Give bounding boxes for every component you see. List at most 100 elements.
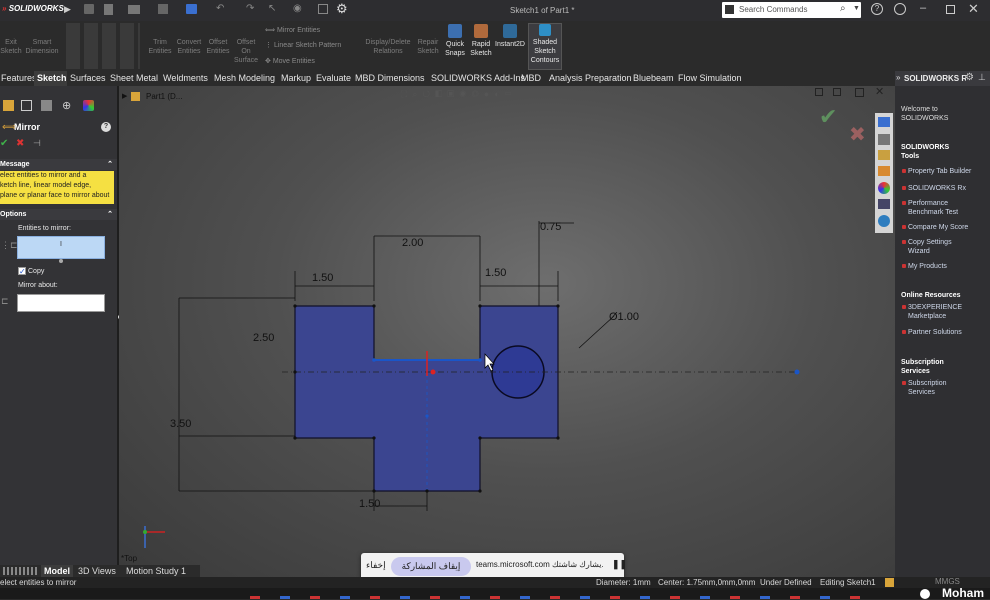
dimension-0-75[interactable]: 0.75 — [540, 221, 561, 233]
my-products-link[interactable]: My Products — [902, 262, 947, 271]
graphics-area[interactable]: ▶ Part1 (D... ⛶⌕↺◧▣◉◎●◐▭ ✕ ✔ ✖ 2.00 0.75… — [119, 86, 895, 580]
linear-pattern-button[interactable]: ⋮ Linear Sketch Pattern — [265, 41, 355, 50]
trim-entities-button[interactable]: Trim Entities — [146, 38, 174, 56]
open-icon[interactable] — [128, 5, 140, 14]
convert-entities-button[interactable]: Convert Entities — [175, 38, 203, 56]
units-label[interactable]: MMGS — [935, 577, 960, 586]
user-avatar[interactable] — [920, 589, 930, 599]
tab-bluebeam[interactable]: Bluebeam — [633, 71, 674, 86]
offset-on-surface-button[interactable]: Offset On Surface — [233, 38, 259, 65]
save-icon[interactable] — [158, 4, 168, 14]
quick-snaps-button[interactable]: Quick Snaps — [442, 24, 468, 58]
performance-benchmark-link[interactable]: Performance Benchmark Test — [901, 199, 958, 217]
copy-checkbox[interactable]: ✓ — [18, 267, 26, 276]
search-icon[interactable]: ⌕ — [840, 3, 846, 14]
file-explorer-tab-icon[interactable] — [878, 166, 890, 176]
dimension-diameter[interactable]: Ø1.00 — [609, 311, 639, 323]
entities-to-mirror-list[interactable]: I — [17, 236, 105, 259]
offset-entities-button[interactable]: Offset Entities — [204, 38, 232, 56]
featuremanager-tab-icon[interactable] — [3, 100, 14, 111]
restore-icon[interactable] — [946, 5, 955, 14]
tab-features[interactable]: Features — [0, 71, 37, 86]
subscription-services-link[interactable]: Subscription Services — [902, 379, 947, 397]
dimension-2-50[interactable]: 2.50 — [253, 332, 274, 344]
redo-icon[interactable]: ↷ — [246, 3, 254, 14]
home-tab-icon[interactable] — [878, 117, 890, 127]
tab-weldments[interactable]: Weldments — [163, 71, 209, 86]
pane-settings-icon[interactable]: ⚙ — [965, 72, 974, 83]
smart-dimension-button[interactable]: Smart Dimension — [23, 38, 61, 56]
dimension-1-50-right[interactable]: 1.50 — [485, 267, 506, 279]
collapse-arrow-icon[interactable]: » — [896, 73, 900, 82]
cancel-x-icon[interactable]: ✖ — [16, 138, 24, 149]
resources-tab-icon[interactable] — [878, 134, 890, 145]
options-header[interactable]: Options ⌃ — [0, 209, 117, 220]
partner-solutions-link[interactable]: Partner Solutions — [902, 328, 962, 337]
exit-sketch-button[interactable]: Exit Sketch — [0, 38, 22, 56]
tab-evaluate[interactable]: Evaluate — [316, 71, 351, 86]
rapid-sketch-button[interactable]: Rapid Sketch — [468, 24, 494, 58]
undo-icon[interactable]: ↶ — [216, 3, 224, 14]
instant2d-button[interactable]: Instant2D — [493, 24, 527, 49]
mirror-entities-button[interactable]: ⟺ Mirror Entities — [265, 26, 355, 35]
pane-pin-icon[interactable]: ⊥ — [978, 72, 986, 83]
display-manager-tab-icon[interactable] — [83, 100, 94, 111]
tab-sketch[interactable]: Sketch — [34, 71, 67, 86]
solidworks-rx-link[interactable]: SOLIDWORKS Rx — [902, 184, 966, 193]
solidworks-forum-tab-icon[interactable] — [878, 215, 890, 227]
tab-surfaces[interactable]: Surfaces — [70, 71, 106, 86]
tab-mbd-dimensions[interactable]: MBD Dimensions — [355, 71, 425, 86]
solidworks-logo[interactable]: » SOLIDWORKS — [2, 4, 64, 13]
move-entities-button[interactable]: ✥ Move Entities — [265, 57, 355, 66]
close-icon[interactable]: ✕ — [968, 1, 979, 17]
list-resize-handle[interactable] — [59, 259, 63, 263]
dimension-3-50[interactable]: 3.50 — [170, 418, 191, 430]
tab-mesh-modeling[interactable]: Mesh Modeling — [214, 71, 276, 86]
tab-scroll-arrows-icon[interactable] — [3, 567, 37, 575]
shaded-sketch-contours-button[interactable]: Shaded Sketch Contours — [528, 23, 562, 70]
mirror-about-field[interactable] — [17, 294, 105, 312]
property-tab-builder-link[interactable]: Property Tab Builder — [901, 167, 971, 176]
options-gear-icon[interactable]: ⚙ — [336, 1, 348, 17]
file-properties-icon[interactable] — [318, 4, 328, 14]
tab-analysis-preparation[interactable]: Analysis Preparation — [549, 71, 632, 86]
tab-solidworks-addins[interactable]: SOLIDWORKS Add-Ins — [431, 71, 525, 86]
tab-sheet-metal[interactable]: Sheet Metal — [110, 71, 158, 86]
home-icon[interactable] — [84, 4, 94, 14]
pm-help-icon[interactable]: ? — [101, 122, 111, 132]
configuration-tab-icon[interactable] — [41, 100, 52, 111]
dimension-1-50-left[interactable]: 1.50 — [312, 272, 333, 284]
pause-icon[interactable]: ❚❚ — [612, 559, 627, 570]
compare-my-score-link[interactable]: Compare My Score — [901, 223, 968, 232]
expand-arrow-icon[interactable]: ▶ — [64, 4, 71, 15]
tab-markup[interactable]: Markup — [281, 71, 311, 86]
dimension-2-00[interactable]: 2.00 — [402, 237, 423, 249]
pin-icon[interactable]: ⊣ — [33, 138, 41, 149]
select-icon[interactable]: ↖ — [268, 3, 276, 14]
help-icon[interactable]: ? — [871, 3, 883, 15]
teams-hide-button[interactable]: إخفاء — [366, 560, 386, 571]
centerline-endpoint[interactable] — [794, 369, 800, 375]
user-icon[interactable] — [894, 3, 906, 15]
display-delete-relations-button[interactable]: Display/Delete Relations — [362, 38, 414, 56]
chevron-down-icon[interactable]: ▼ — [853, 5, 860, 12]
tab-mbd[interactable]: MBD — [521, 71, 543, 86]
tab-flow-simulation[interactable]: Flow Simulation — [678, 71, 742, 86]
repair-sketch-button[interactable]: Repair Sketch — [415, 38, 441, 56]
dimxpert-tab-icon[interactable]: ⊕ — [62, 99, 71, 112]
appearances-tab-icon[interactable] — [878, 182, 890, 194]
new-icon[interactable] — [104, 4, 113, 15]
search-input[interactable]: Search Commands — [739, 5, 807, 14]
copy-settings-wizard-link[interactable]: Copy Settings Wizard — [902, 238, 952, 256]
teams-stop-sharing-button[interactable]: إيقاف المشاركة — [391, 557, 471, 576]
sketch-tools-group[interactable] — [66, 23, 140, 69]
custom-properties-tab-icon[interactable] — [878, 199, 890, 209]
dimension-1-50-bottom[interactable]: 1.50 — [359, 498, 380, 510]
minimize-icon[interactable]: – — [920, 2, 926, 14]
message-header[interactable]: Message ⌃ — [0, 159, 117, 170]
propertymanager-tab-icon[interactable] — [21, 100, 32, 111]
ok-check-icon[interactable]: ✔ — [0, 138, 8, 149]
rebuild-status-icon[interactable] — [885, 578, 894, 587]
3dexperience-marketplace-link[interactable]: 3DEXPERIENCE Marketplace — [901, 303, 962, 321]
search-box[interactable]: Search Commands ⌕ ▼ — [722, 2, 861, 18]
